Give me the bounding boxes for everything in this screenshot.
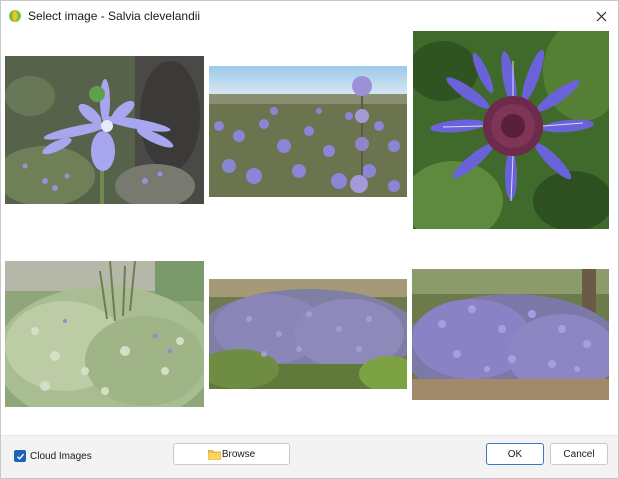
checkmark-icon [16, 453, 24, 460]
cloud-images-checkbox[interactable] [14, 450, 26, 462]
ok-button[interactable]: OK [486, 443, 544, 465]
browse-button[interactable]: Browse [173, 443, 290, 465]
select-image-dialog: Select image - Salvia clevelandii Cloud … [0, 0, 619, 479]
image-thumbnail-2[interactable] [209, 66, 407, 197]
cloud-images-label: Cloud Images [30, 450, 92, 462]
image-thumbnail-6[interactable] [412, 269, 609, 400]
image-thumbnail-1[interactable] [5, 56, 204, 204]
image-thumbnail-5[interactable] [209, 279, 407, 389]
browse-label: Browse [221, 448, 256, 460]
lavender-shrub-photo [209, 279, 407, 389]
dialog-footer: Cloud Images Browse OK Cancel [1, 435, 618, 478]
cloud-images-toggle[interactable]: Cloud Images [14, 450, 92, 462]
flower-field-sky-photo [209, 66, 407, 197]
close-button[interactable] [584, 1, 618, 31]
blue-flower-closeup-photo [5, 56, 204, 204]
image-thumbnail-3[interactable] [413, 31, 609, 229]
image-grid [1, 31, 618, 435]
green-shrub-photo [5, 261, 204, 407]
image-thumbnail-4[interactable] [5, 261, 204, 407]
close-icon [596, 11, 606, 21]
folder-icon [207, 449, 221, 460]
cancel-button[interactable]: Cancel [550, 443, 608, 465]
purple-flower-head-photo [413, 31, 609, 229]
purple-flowering-bush-photo [412, 269, 609, 400]
title-bar: Select image - Salvia clevelandii [1, 1, 618, 31]
sage-leaf-icon [9, 10, 21, 22]
dialog-title: Select image - Salvia clevelandii [28, 9, 201, 23]
